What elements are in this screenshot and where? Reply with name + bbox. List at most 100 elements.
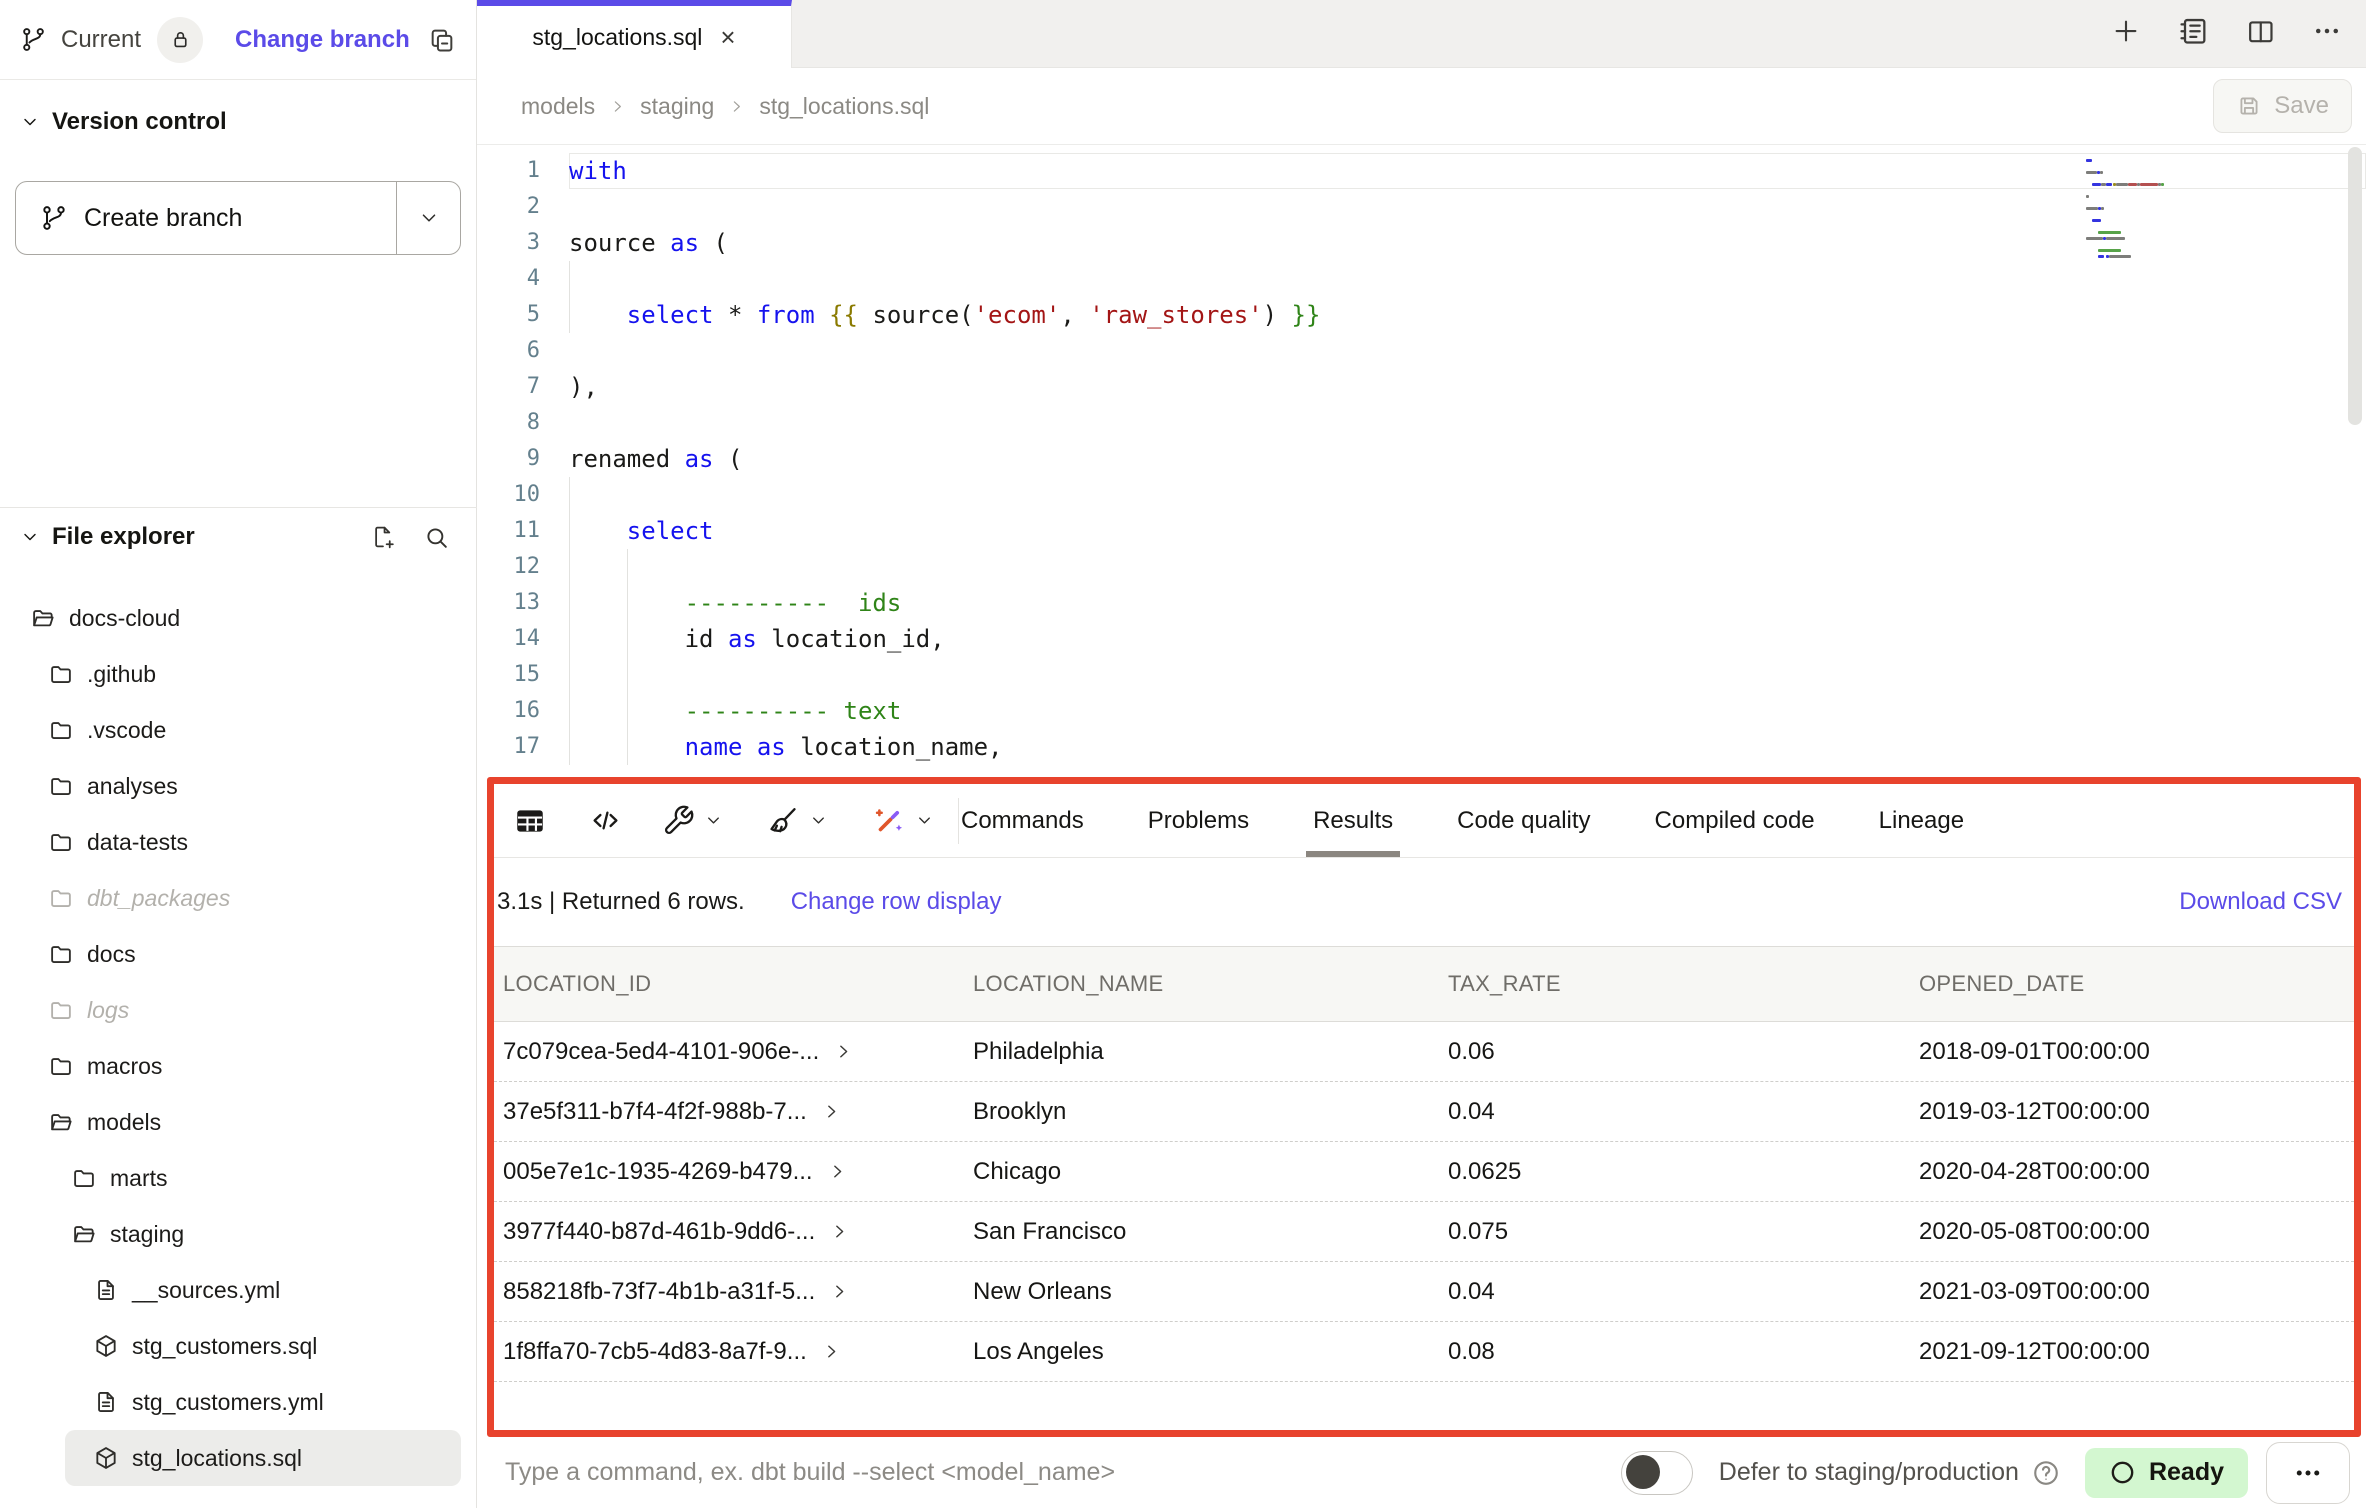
file-item-dbt_packages[interactable]: dbt_packages — [0, 870, 476, 926]
minimap[interactable] — [2086, 159, 2246, 261]
expand-cell-icon[interactable] — [829, 1221, 850, 1242]
code-line-9[interactable]: 9renamed as ( — [477, 441, 2366, 477]
breadcrumb-staging[interactable]: staging — [640, 93, 714, 120]
expand-cell-icon[interactable] — [827, 1161, 848, 1182]
panel-tab-problems[interactable]: Problems — [1148, 784, 1249, 857]
file-item-.github[interactable]: .github — [0, 646, 476, 702]
breadcrumb: models staging stg_locations.sql — [521, 93, 929, 120]
table-row[interactable]: 37e5f311-b7f4-4f2f-988b-7...Brooklyn0.04… — [494, 1082, 2354, 1142]
expand-cell-icon[interactable] — [829, 1281, 850, 1302]
code-line-3[interactable]: 3source as ( — [477, 225, 2366, 261]
file-item-stg_customers.yml[interactable]: stg_customers.yml — [0, 1374, 476, 1430]
indent-guide — [627, 693, 628, 729]
command-input[interactable] — [505, 1458, 1621, 1487]
panel-tab-compiled-code[interactable]: Compiled code — [1655, 784, 1815, 857]
new-tab-plus-icon[interactable] — [2111, 16, 2141, 46]
code-line-5[interactable]: 5 select * from {{ source('ecom', 'raw_s… — [477, 297, 2366, 333]
expand-cell-icon[interactable] — [821, 1101, 842, 1122]
tab-stg-locations-sql[interactable]: stg_locations.sql × — [477, 0, 792, 68]
format-broom-button[interactable] — [757, 793, 838, 849]
code-line-15[interactable]: 15 — [477, 657, 2366, 693]
version-control-header[interactable]: Version control — [0, 100, 476, 144]
code-line-11[interactable]: 11 select — [477, 513, 2366, 549]
new-file-icon[interactable] — [370, 524, 397, 551]
change-row-display-link[interactable]: Change row display — [791, 888, 1002, 916]
create-branch-main[interactable]: Create branch — [16, 182, 396, 254]
ai-magic-wand-button[interactable] — [862, 793, 944, 849]
more-options-icon[interactable] — [2312, 16, 2342, 46]
status-badge[interactable]: Ready — [2085, 1448, 2248, 1498]
file-item-staging[interactable]: staging — [0, 1206, 476, 1262]
file-item-logs[interactable]: logs — [0, 982, 476, 1038]
current-branch-label: Current — [61, 26, 141, 54]
save-button[interactable]: Save — [2213, 79, 2352, 133]
file-explorer-title: File explorer — [52, 523, 195, 551]
code-line-6[interactable]: 6 — [477, 333, 2366, 369]
panel-tab-code-quality[interactable]: Code quality — [1457, 784, 1590, 857]
code-line-17[interactable]: 17 name as location_name, — [477, 729, 2366, 765]
file-item-.vscode[interactable]: .vscode — [0, 702, 476, 758]
code-editor[interactable]: 1with23source as (45 select * from {{ so… — [477, 145, 2366, 777]
indent-guide — [569, 477, 570, 513]
compile-code-button[interactable] — [579, 793, 632, 849]
table-row[interactable]: 858218fb-73f7-4b1b-a31f-5...New Orleans0… — [494, 1262, 2354, 1322]
code-line-1[interactable]: 1with — [477, 153, 2366, 189]
file-item-models[interactable]: models — [0, 1094, 476, 1150]
line-number: 1 — [477, 153, 540, 189]
cell-location-name: Philadelphia — [973, 1038, 1448, 1066]
table-row[interactable]: 7c079cea-5ed4-4101-906e-...Philadelphia0… — [494, 1022, 2354, 1082]
table-row[interactable]: 3977f440-b87d-461b-9dd6-...San Francisco… — [494, 1202, 2354, 1262]
file-item-stg_customers.sql[interactable]: stg_customers.sql — [0, 1318, 476, 1374]
chevron-down-icon[interactable] — [704, 811, 723, 830]
code-line-12[interactable]: 12 — [477, 549, 2366, 585]
chevron-down-icon[interactable] — [809, 811, 828, 830]
file-item-docs[interactable]: docs — [0, 926, 476, 982]
changelog-icon[interactable] — [2177, 15, 2209, 47]
editor-scrollbar[interactable] — [2348, 147, 2362, 425]
file-explorer-header[interactable]: File explorer — [0, 515, 476, 559]
file-item-docs-cloud[interactable]: docs-cloud — [0, 590, 476, 646]
help-question-icon[interactable] — [2031, 1458, 2061, 1488]
file-item-analyses[interactable]: analyses — [0, 758, 476, 814]
copy-branch-icon[interactable] — [428, 26, 456, 54]
expand-cell-icon[interactable] — [821, 1341, 842, 1362]
build-wrench-button[interactable] — [652, 793, 733, 849]
close-tab-icon[interactable]: × — [720, 24, 735, 50]
code-line-content: ), — [569, 369, 2366, 405]
download-csv-link[interactable]: Download CSV — [2179, 888, 2342, 916]
file-item-data-tests[interactable]: data-tests — [0, 814, 476, 870]
line-number: 12 — [477, 549, 540, 585]
chevron-down-icon[interactable] — [915, 811, 934, 830]
command-bar-more-button[interactable] — [2266, 1442, 2350, 1504]
file-item-marts[interactable]: marts — [0, 1150, 476, 1206]
breadcrumb-file[interactable]: stg_locations.sql — [759, 93, 929, 120]
code-line-7[interactable]: 7), — [477, 369, 2366, 405]
panel-tab-lineage[interactable]: Lineage — [1879, 784, 1964, 857]
change-branch-link[interactable]: Change branch — [235, 26, 410, 54]
create-branch-caret[interactable] — [396, 182, 460, 254]
search-icon[interactable] — [423, 524, 450, 551]
code-line-10[interactable]: 10 — [477, 477, 2366, 513]
defer-toggle[interactable] — [1621, 1451, 1693, 1495]
file-item-__sources.yml[interactable]: __sources.yml — [0, 1262, 476, 1318]
file-item-macros[interactable]: macros — [0, 1038, 476, 1094]
code-line-4[interactable]: 4 — [477, 261, 2366, 297]
code-line-8[interactable]: 8 — [477, 405, 2366, 441]
split-pane-icon[interactable] — [2245, 16, 2276, 47]
code-line-14[interactable]: 14 id as location_id, — [477, 621, 2366, 657]
table-row[interactable]: 1f8ffa70-7cb5-4d83-8a7f-9...Los Angeles0… — [494, 1322, 2354, 1382]
breadcrumb-models[interactable]: models — [521, 93, 595, 120]
table-row[interactable]: 005e7e1c-1935-4269-b479...Chicago0.06252… — [494, 1142, 2354, 1202]
code-line-content — [569, 333, 2366, 369]
file-item-stg_locations.sql[interactable]: stg_locations.sql — [65, 1430, 461, 1486]
expand-cell-icon[interactable] — [833, 1041, 854, 1062]
panel-tab-commands[interactable]: Commands — [961, 784, 1084, 857]
code-line-content: select — [569, 513, 2366, 549]
code-line-13[interactable]: 13 ---------- ids — [477, 585, 2366, 621]
code-line-16[interactable]: 16 ---------- text — [477, 693, 2366, 729]
preview-table-button[interactable] — [503, 793, 557, 849]
file-item-label: dbt_packages — [87, 885, 230, 912]
panel-tab-results[interactable]: Results — [1313, 784, 1393, 857]
create-branch-button[interactable]: Create branch — [15, 181, 461, 255]
code-line-2[interactable]: 2 — [477, 189, 2366, 225]
